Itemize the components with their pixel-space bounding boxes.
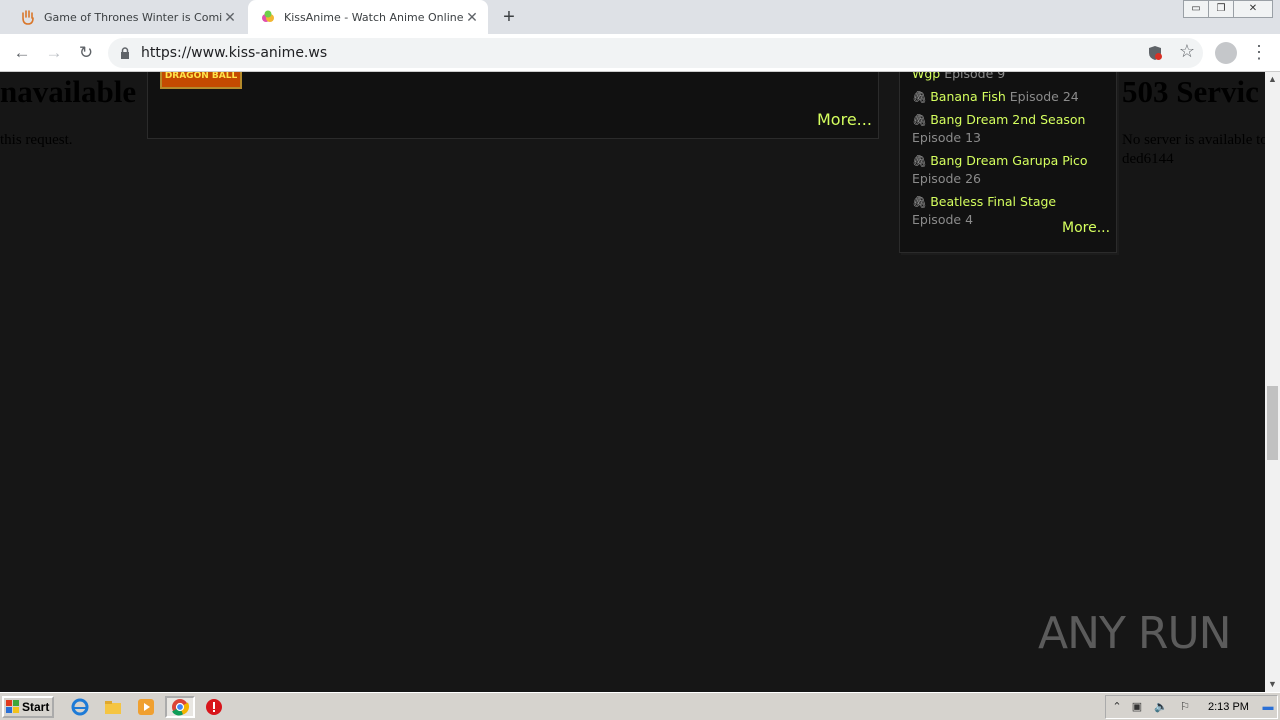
tab-strip: Game of Thrones Winter is Coming ✕ KissA… bbox=[0, 0, 1280, 34]
episode-label: Episode 24 bbox=[1009, 89, 1079, 104]
episode-label: Episode 4 bbox=[912, 212, 974, 227]
stop-sign-icon[interactable] bbox=[204, 697, 224, 717]
episode-label: Episode 26 bbox=[912, 171, 981, 186]
right-panel: Wgp Episode 9 🖇 Banana Fish Episode 24 🖇 B… bbox=[899, 72, 1117, 253]
show-desktop-icon[interactable]: ▬ bbox=[1261, 700, 1275, 714]
anyrun-watermark: ANY RUN bbox=[1038, 608, 1232, 659]
minimize-button[interactable]: ▭ bbox=[1183, 0, 1209, 18]
paperclip-icon: 🖇 bbox=[912, 113, 928, 127]
action-center-flag-icon[interactable]: ⚐ bbox=[1178, 700, 1192, 714]
blocked-content-icon[interactable] bbox=[1147, 45, 1163, 61]
hand-icon bbox=[20, 9, 36, 25]
show-hidden-icons-icon[interactable]: ⌃ bbox=[1110, 700, 1124, 714]
paperclip-icon: 🖇 bbox=[912, 195, 928, 209]
windows-taskbar: Start ⌃ ▣ 🔈 ⚐ ▬ 2:13 PM bbox=[0, 692, 1280, 720]
tab-title: Game of Thrones Winter is Coming bbox=[44, 10, 222, 24]
dragon-ball-thumbnail[interactable]: DRAGON BALL bbox=[160, 72, 242, 89]
browser-toolbar: ← → ↻ https://www.kiss-anime.ws ☆ ⋮ bbox=[0, 34, 1280, 72]
forward-arrow-icon[interactable]: → bbox=[43, 42, 65, 64]
scroll-down-arrow-icon[interactable]: ▼ bbox=[1265, 677, 1280, 692]
episode-label: Episode 9 bbox=[944, 72, 1006, 81]
start-label: Start bbox=[22, 700, 50, 714]
start-button[interactable]: Start bbox=[2, 696, 54, 718]
chrome-icon[interactable] bbox=[165, 696, 195, 718]
new-tab-button[interactable]: + bbox=[498, 6, 520, 28]
bookmark-star-icon[interactable]: ☆ bbox=[1179, 41, 1195, 62]
anime-link[interactable]: Bang Dream 2nd Season bbox=[930, 112, 1085, 127]
kissanime-logo-icon bbox=[260, 9, 276, 25]
tab-close-icon[interactable]: ✕ bbox=[464, 9, 480, 26]
volume-icon[interactable]: 🔈 bbox=[1154, 700, 1168, 714]
tab-title: KissAnime - Watch Anime Online English bbox=[284, 10, 464, 24]
profile-avatar[interactable] bbox=[1215, 42, 1237, 64]
tab-game-of-thrones[interactable]: Game of Thrones Winter is Coming ✕ bbox=[8, 0, 246, 34]
file-explorer-icon[interactable] bbox=[103, 697, 123, 717]
list-item: 🖇 Bang Dream Garupa Pico Episode 26 bbox=[912, 152, 1108, 188]
scrollbar-thumb[interactable] bbox=[1267, 386, 1278, 460]
left-panel: DRAGON BALL More... bbox=[147, 72, 879, 139]
error-heading-left: navailable bbox=[0, 74, 137, 109]
tab-close-icon[interactable]: ✕ bbox=[222, 9, 238, 26]
paperclip-icon: 🖇 bbox=[912, 90, 928, 104]
reload-icon[interactable]: ↻ bbox=[75, 42, 97, 64]
screen: Game of Thrones Winter is Coming ✕ KissA… bbox=[0, 0, 1280, 720]
list-item: Wgp Episode 9 bbox=[912, 72, 1108, 83]
anime-link[interactable]: Beatless Final Stage bbox=[930, 194, 1056, 209]
windows-logo-icon bbox=[6, 700, 20, 714]
address-bar[interactable]: https://www.kiss-anime.ws ☆ bbox=[108, 38, 1203, 68]
restore-button[interactable]: ❐ bbox=[1208, 0, 1234, 18]
scroll-up-arrow-icon[interactable]: ▲ bbox=[1265, 72, 1280, 87]
taskbar-clock[interactable]: 2:13 PM bbox=[1208, 701, 1249, 713]
url-text: https://www.kiss-anime.ws bbox=[141, 45, 328, 61]
episode-label: Episode 13 bbox=[912, 130, 981, 145]
more-link-right[interactable]: More... bbox=[1062, 220, 1110, 236]
back-arrow-icon[interactable]: ← bbox=[11, 42, 33, 64]
list-item: 🖇 Banana Fish Episode 24 bbox=[912, 88, 1108, 106]
media-player-icon[interactable] bbox=[136, 697, 156, 717]
error-text-right-line1: No server is available to bbox=[1122, 132, 1265, 148]
page-content: navailable this request. DRAGON BALL Mor… bbox=[0, 72, 1265, 692]
internet-explorer-icon[interactable] bbox=[70, 697, 90, 717]
anime-link[interactable]: Wgp bbox=[912, 72, 940, 81]
anime-link[interactable]: Banana Fish bbox=[930, 89, 1006, 104]
system-tray: ⌃ ▣ 🔈 ⚐ ▬ bbox=[1105, 695, 1278, 719]
error-heading-right: 503 Servic bbox=[1122, 74, 1259, 109]
list-item: 🖇 Bang Dream 2nd Season Episode 13 bbox=[912, 111, 1108, 147]
menu-kebab-icon[interactable]: ⋮ bbox=[1250, 41, 1268, 65]
network-icon[interactable]: ▣ bbox=[1130, 700, 1144, 714]
anime-link[interactable]: Bang Dream Garupa Pico bbox=[930, 153, 1087, 168]
vertical-scrollbar[interactable]: ▲ ▼ bbox=[1265, 72, 1280, 692]
error-text-right-line2: ded6144 bbox=[1122, 151, 1174, 167]
lock-icon bbox=[120, 46, 130, 59]
close-window-button[interactable]: ✕ bbox=[1233, 0, 1273, 18]
more-link-left[interactable]: More... bbox=[817, 110, 872, 129]
error-text-left: this request. bbox=[0, 132, 73, 148]
tab-kissanime[interactable]: KissAnime - Watch Anime Online English ✕ bbox=[248, 0, 488, 34]
paperclip-icon: 🖇 bbox=[912, 154, 928, 168]
